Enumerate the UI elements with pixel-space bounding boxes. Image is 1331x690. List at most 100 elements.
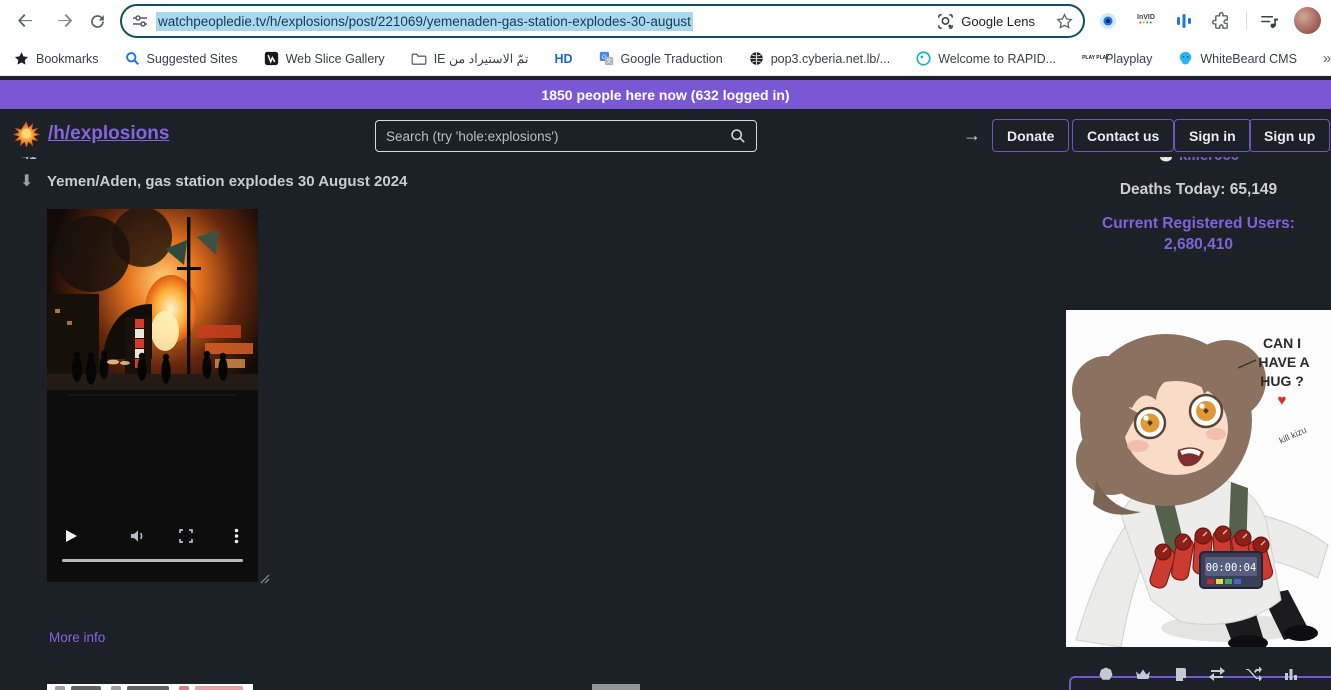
crown-icon[interactable] [1135,666,1151,682]
video-player[interactable] [47,209,258,582]
volume-button[interactable] [126,524,150,548]
registered-users-counter: Current Registered Users: 2,680,410 [1066,213,1331,255]
bookmark-bookmarks[interactable]: Bookmarks [14,51,99,66]
bookmarks-bar: Bookmarks Suggested Sites Web Slice Gall… [0,42,1331,76]
video-menu-button[interactable] [224,524,248,548]
bookmark-imported-from-ie[interactable]: تمّ الاستيراد من IE [411,51,529,66]
bookmark-suggested-sites[interactable]: Suggested Sites [125,51,238,66]
invid-logo: InVID •••• [1137,15,1155,27]
timer-readout: 00:00:04 [1206,562,1257,574]
badge-icon[interactable] [1098,666,1114,682]
bar-chart-icon[interactable] [1283,666,1299,682]
resize-grip-icon[interactable] [258,572,270,584]
eye-extension-icon[interactable] [1095,8,1121,34]
post-actions-bar-partial [47,684,253,690]
bookmark-hd[interactable]: HD [554,52,572,66]
play-icon [64,529,78,543]
bookmark-label: WhiteBeard CMS [1200,52,1297,66]
action-label-partial [195,686,243,690]
search-icon[interactable] [730,128,746,144]
toolbar-separator [1246,12,1247,30]
search-box [375,120,757,152]
swap-arrows-icon[interactable] [1209,666,1225,682]
visitors-banner: 1850 people here now (632 logged in) [0,80,1331,109]
web-slice-icon [264,51,279,66]
bookmark-google-traduction[interactable]: G文 Google Traduction [599,51,723,66]
header-arrow-icon[interactable]: → [963,125,981,146]
sidebar-artwork-image[interactable]: 00:00:04 CAN I HAVE A HUG ? ♥ kill [1066,310,1331,647]
extensions-puzzle-icon[interactable] [1208,8,1234,34]
explosion-logo-icon[interactable] [13,120,40,147]
bookmark-pop3-cyberia[interactable]: pop3.cyberia.net.lb/... [749,51,891,66]
sign-up-button[interactable]: Sign up [1249,119,1330,152]
url-bar[interactable]: watchpeopledie.tv/h/explosions/post/2210… [120,4,1085,38]
bookmark-label: Bookmarks [36,52,99,66]
bookmark-label: Suggested Sites [147,52,238,66]
hug-girl-artwork: 00:00:04 CAN I HAVE A HUG ? ♥ kill [1066,310,1331,647]
magnifier-icon [125,51,140,66]
bookmark-label: pop3.cyberia.net.lb/... [771,52,891,66]
puzzle-icon [1212,12,1231,31]
site-settings-icon[interactable] [132,13,148,29]
speech-line-2: HAVE A [1258,354,1309,370]
invid-extension-icon[interactable]: InVID •••• [1133,8,1159,34]
action-icon-partial [55,686,65,690]
sidebar-icon-row [1066,666,1331,682]
video-progress-bar[interactable] [62,559,243,562]
registered-users-value: 2,680,410 [1066,234,1331,255]
equalizer-icon [1175,12,1193,30]
deaths-today-counter: Deaths Today: 65,149 [1066,181,1331,199]
google-lens-label[interactable]: Google Lens [961,14,1035,29]
bookmark-label: Web Slice Gallery [286,52,385,66]
folder-icon [411,52,427,66]
action-icon-partial [111,686,121,690]
more-info-link[interactable]: More info [49,630,105,645]
visitors-banner-text: 1850 people here now (632 logged in) [541,87,789,103]
action-icon-partial [179,686,189,690]
bomb-timer: 00:00:04 [1200,552,1262,588]
rapid-icon [916,51,931,66]
scroll-icon[interactable] [1172,666,1188,682]
forward-arrow-icon [57,13,74,30]
donate-button[interactable]: Donate [992,119,1069,152]
hd-icon: HD [554,52,572,66]
eye-icon [1098,11,1118,31]
bookmark-playplay[interactable]: PLAY PLAY Playplay [1082,52,1152,66]
google-lens-icon[interactable] [937,13,954,30]
site-header: /h/explosions → Donate Contact us Sign i… [0,109,1331,157]
cut-off-element [592,684,640,690]
back-icon[interactable] [12,8,38,34]
bookmark-whitebeard-cms[interactable]: WhiteBeard CMS [1178,51,1297,66]
translate-icon: G文 [599,51,614,66]
url-text[interactable]: watchpeopledie.tv/h/explosions/post/2210… [156,12,693,31]
globe-icon [749,51,764,66]
community-link[interactable]: /h/explosions [48,123,169,145]
reload-glyph-icon [89,13,106,30]
profile-avatar[interactable] [1294,7,1321,34]
forward-icon[interactable] [52,8,78,34]
bookmark-web-slice-gallery[interactable]: Web Slice Gallery [264,51,385,66]
equalizer-extension-icon[interactable] [1171,8,1197,34]
action-label-partial [71,686,101,690]
shuffle-icon[interactable] [1246,666,1262,682]
bookmark-label: تمّ الاستيراد من IE [434,51,529,66]
media-controls-icon[interactable] [1256,8,1282,34]
bookmark-star-icon[interactable] [1056,13,1073,30]
bookmark-label: Google Traduction [621,52,723,66]
sign-in-button[interactable]: Sign in [1174,119,1251,152]
whitebeard-icon [1178,51,1193,66]
play-button[interactable] [59,524,83,548]
bookmark-label: Welcome to RAPID... [938,52,1056,66]
contact-us-button[interactable]: Contact us [1072,119,1174,152]
bookmark-welcome-rapid[interactable]: Welcome to RAPID... [916,51,1056,66]
video-controls [47,524,258,550]
bookmark-label: Playplay [1105,52,1152,66]
playplay-icon: PLAY PLAY [1082,56,1098,61]
downvote-arrow-icon[interactable]: ⬇ [20,171,33,191]
search-input[interactable] [386,129,730,144]
fullscreen-button[interactable] [174,524,198,548]
bookmarks-overflow-chevron[interactable]: » [1323,50,1331,67]
reload-icon[interactable] [84,8,110,34]
registered-users-label: Current Registered Users: [1066,213,1331,234]
back-arrow-icon [17,13,34,30]
